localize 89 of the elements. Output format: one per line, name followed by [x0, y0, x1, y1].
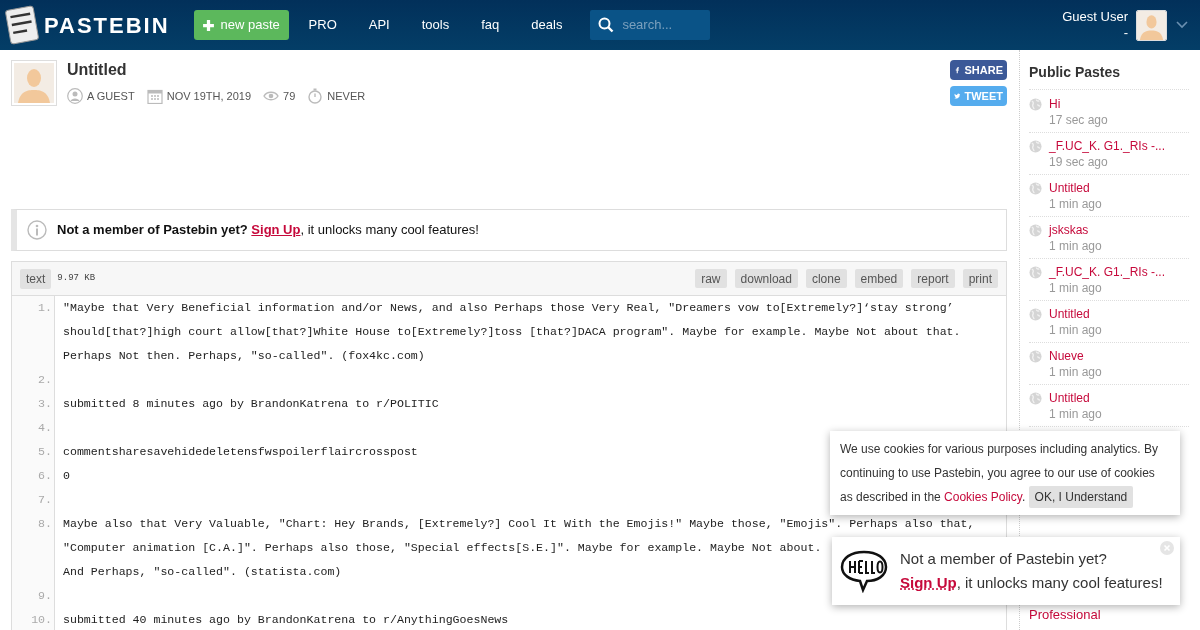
- line-number: 4.: [12, 416, 55, 440]
- nav-link[interactable]: faq: [481, 15, 500, 35]
- paste-time: 19 sec ago: [1049, 154, 1109, 170]
- code-line: 0: [63, 468, 70, 484]
- cookie-text: We use cookies for various purposes including analytics. By continuing to use Pastebin, you agree to our use of cookies as described in the Cookies Policy. OK, I Understand: [840, 437, 1170, 509]
- logo-text: PASTEBIN: [44, 11, 170, 40]
- search-input[interactable]: search...: [622, 15, 703, 35]
- paste-action-button[interactable]: report: [911, 269, 955, 288]
- line-number: 6.: [12, 464, 55, 488]
- user-subtitle: -: [1123, 25, 1128, 41]
- paste-action-button[interactable]: embed: [854, 269, 904, 288]
- hello-sign-up-link[interactable]: Sign Up: [900, 574, 957, 591]
- line-number: 10.: [12, 608, 55, 630]
- code-line: Perhaps Not then. Perhaps, "so-called". (fox4kc.com): [63, 348, 425, 364]
- paste-title: Untitled: [67, 60, 128, 80]
- nav-link[interactable]: tools: [421, 15, 450, 35]
- paste-action-button[interactable]: download: [734, 269, 798, 288]
- nav-link[interactable]: deals: [531, 15, 563, 35]
- code-line: And Perhaps, "so-called". (statista.com): [63, 564, 342, 580]
- nav-link[interactable]: API: [368, 15, 390, 35]
- search-field[interactable]: search...: [590, 10, 711, 40]
- user-avatar: [1136, 9, 1167, 41]
- paste-link[interactable]: Untitled: [1049, 306, 1102, 322]
- facebook-share-button[interactable]: SHARE: [950, 60, 1007, 80]
- syntax-label: text: [20, 268, 52, 289]
- professional-link[interactable]: Professional: [1029, 605, 1189, 625]
- paste-link[interactable]: _F.UC_K. G1._RIs -...: [1049, 264, 1166, 280]
- paste-link[interactable]: _F.UC_K. G1._RIs -...: [1049, 138, 1166, 154]
- plus-icon: [202, 18, 216, 32]
- paste-time: 1 min ago: [1049, 280, 1103, 296]
- paste-link[interactable]: Untitled: [1049, 180, 1102, 196]
- code-line: "Computer animation [C.A.]". Perhaps also those, "Special effects[S.E.]". Maybe for example. Maybe Not about.: [63, 540, 822, 556]
- globe-icon: [1029, 182, 1042, 195]
- nav-link[interactable]: PRO: [308, 15, 337, 35]
- user-name[interactable]: Guest User: [1062, 9, 1128, 25]
- line-number: 1.: [12, 296, 55, 368]
- paste-meta: NOV 19TH, 2019: [166, 89, 252, 104]
- paste-time: 1 min ago: [1049, 364, 1102, 380]
- notice-text: Not a member of Pastebin yet? Sign Up, it unlocks many cool features!: [57, 221, 479, 240]
- paste-meta: A GUEST: [87, 89, 135, 104]
- code-line: commentsharesavehidedeletensfwspoilerflaircrosspost: [63, 444, 418, 460]
- globe-icon: [1029, 308, 1042, 321]
- code-line: submitted 8 minutes ago by BrandonKatrena to r/POLITIC: [63, 396, 439, 412]
- paste-time: 17 sec ago: [1049, 112, 1108, 128]
- stopwatch-icon: [307, 88, 324, 105]
- sidebar-title: Public Pastes: [1029, 62, 1189, 90]
- chevron-down-icon[interactable]: [1176, 21, 1188, 29]
- paste-link[interactable]: jskskas: [1049, 222, 1102, 238]
- line-number: 5.: [12, 440, 55, 464]
- paste-meta: 79: [283, 89, 296, 104]
- paste-link[interactable]: Untitled: [1049, 390, 1102, 406]
- code-line: Maybe also that Very Valuable, "Chart: Hey Brands, [Extremely?] Cool It With the Emojis!" Maybe those, "Emojis". Perhaps also that,: [63, 516, 975, 532]
- line-number: 9.: [12, 584, 55, 608]
- code-line: should[that?]high court allow[that?]White House to[Extremely?]toss [that?]DACA program". Maybe for example. Maybe Not about that.: [63, 324, 961, 340]
- user-icon: [67, 88, 83, 105]
- search-icon: [598, 17, 615, 33]
- hello-text: Sign Up, it unlocks many cool features!: [900, 573, 1163, 593]
- facebook-icon: [954, 64, 961, 76]
- author-avatar: [14, 63, 54, 103]
- paste-time: 1 min ago: [1049, 322, 1102, 338]
- code-line: submitted 40 minutes ago by BrandonKatrena to r/AnythingGoesNews: [63, 612, 509, 628]
- globe-icon: [1029, 140, 1042, 153]
- paste-link[interactable]: Hi: [1049, 96, 1108, 112]
- paste-time: 1 min ago: [1049, 196, 1102, 212]
- code-line: "Maybe that Very Beneficial information and/or News, and also Perhaps those Very Real, "Dreamers vow to[Extremely?]‘stay strong’: [63, 300, 954, 316]
- globe-icon: [1029, 98, 1042, 111]
- paste-meta: NEVER: [327, 89, 366, 104]
- line-number: 7.: [12, 488, 55, 512]
- cookies-policy-link[interactable]: Cookies Policy: [944, 490, 1022, 504]
- paste-action-button[interactable]: print: [962, 269, 998, 288]
- globe-icon: [1029, 392, 1042, 405]
- paste-action-button[interactable]: raw: [695, 269, 727, 288]
- eye-icon: [263, 90, 280, 103]
- paste-link[interactable]: Nueve: [1049, 348, 1102, 364]
- paste-time: 1 min ago: [1049, 406, 1102, 422]
- paste-size: 9.97 KB: [57, 271, 96, 285]
- line-number: 8.: [12, 512, 55, 584]
- line-number: 2.: [12, 368, 55, 392]
- paste-time: 1 min ago: [1049, 238, 1102, 254]
- globe-icon: [1029, 350, 1042, 363]
- globe-icon: [1029, 224, 1042, 237]
- paste-action-button[interactable]: clone: [805, 269, 847, 288]
- ok-button[interactable]: OK, I Understand: [1028, 486, 1134, 508]
- calendar-icon: [146, 88, 163, 105]
- speech-bubble-icon: [840, 549, 888, 593]
- info-icon: [27, 220, 47, 240]
- globe-icon: [1029, 266, 1042, 279]
- hello-question: Not a member of Pastebin yet?: [900, 549, 1108, 569]
- line-number: 3.: [12, 392, 55, 416]
